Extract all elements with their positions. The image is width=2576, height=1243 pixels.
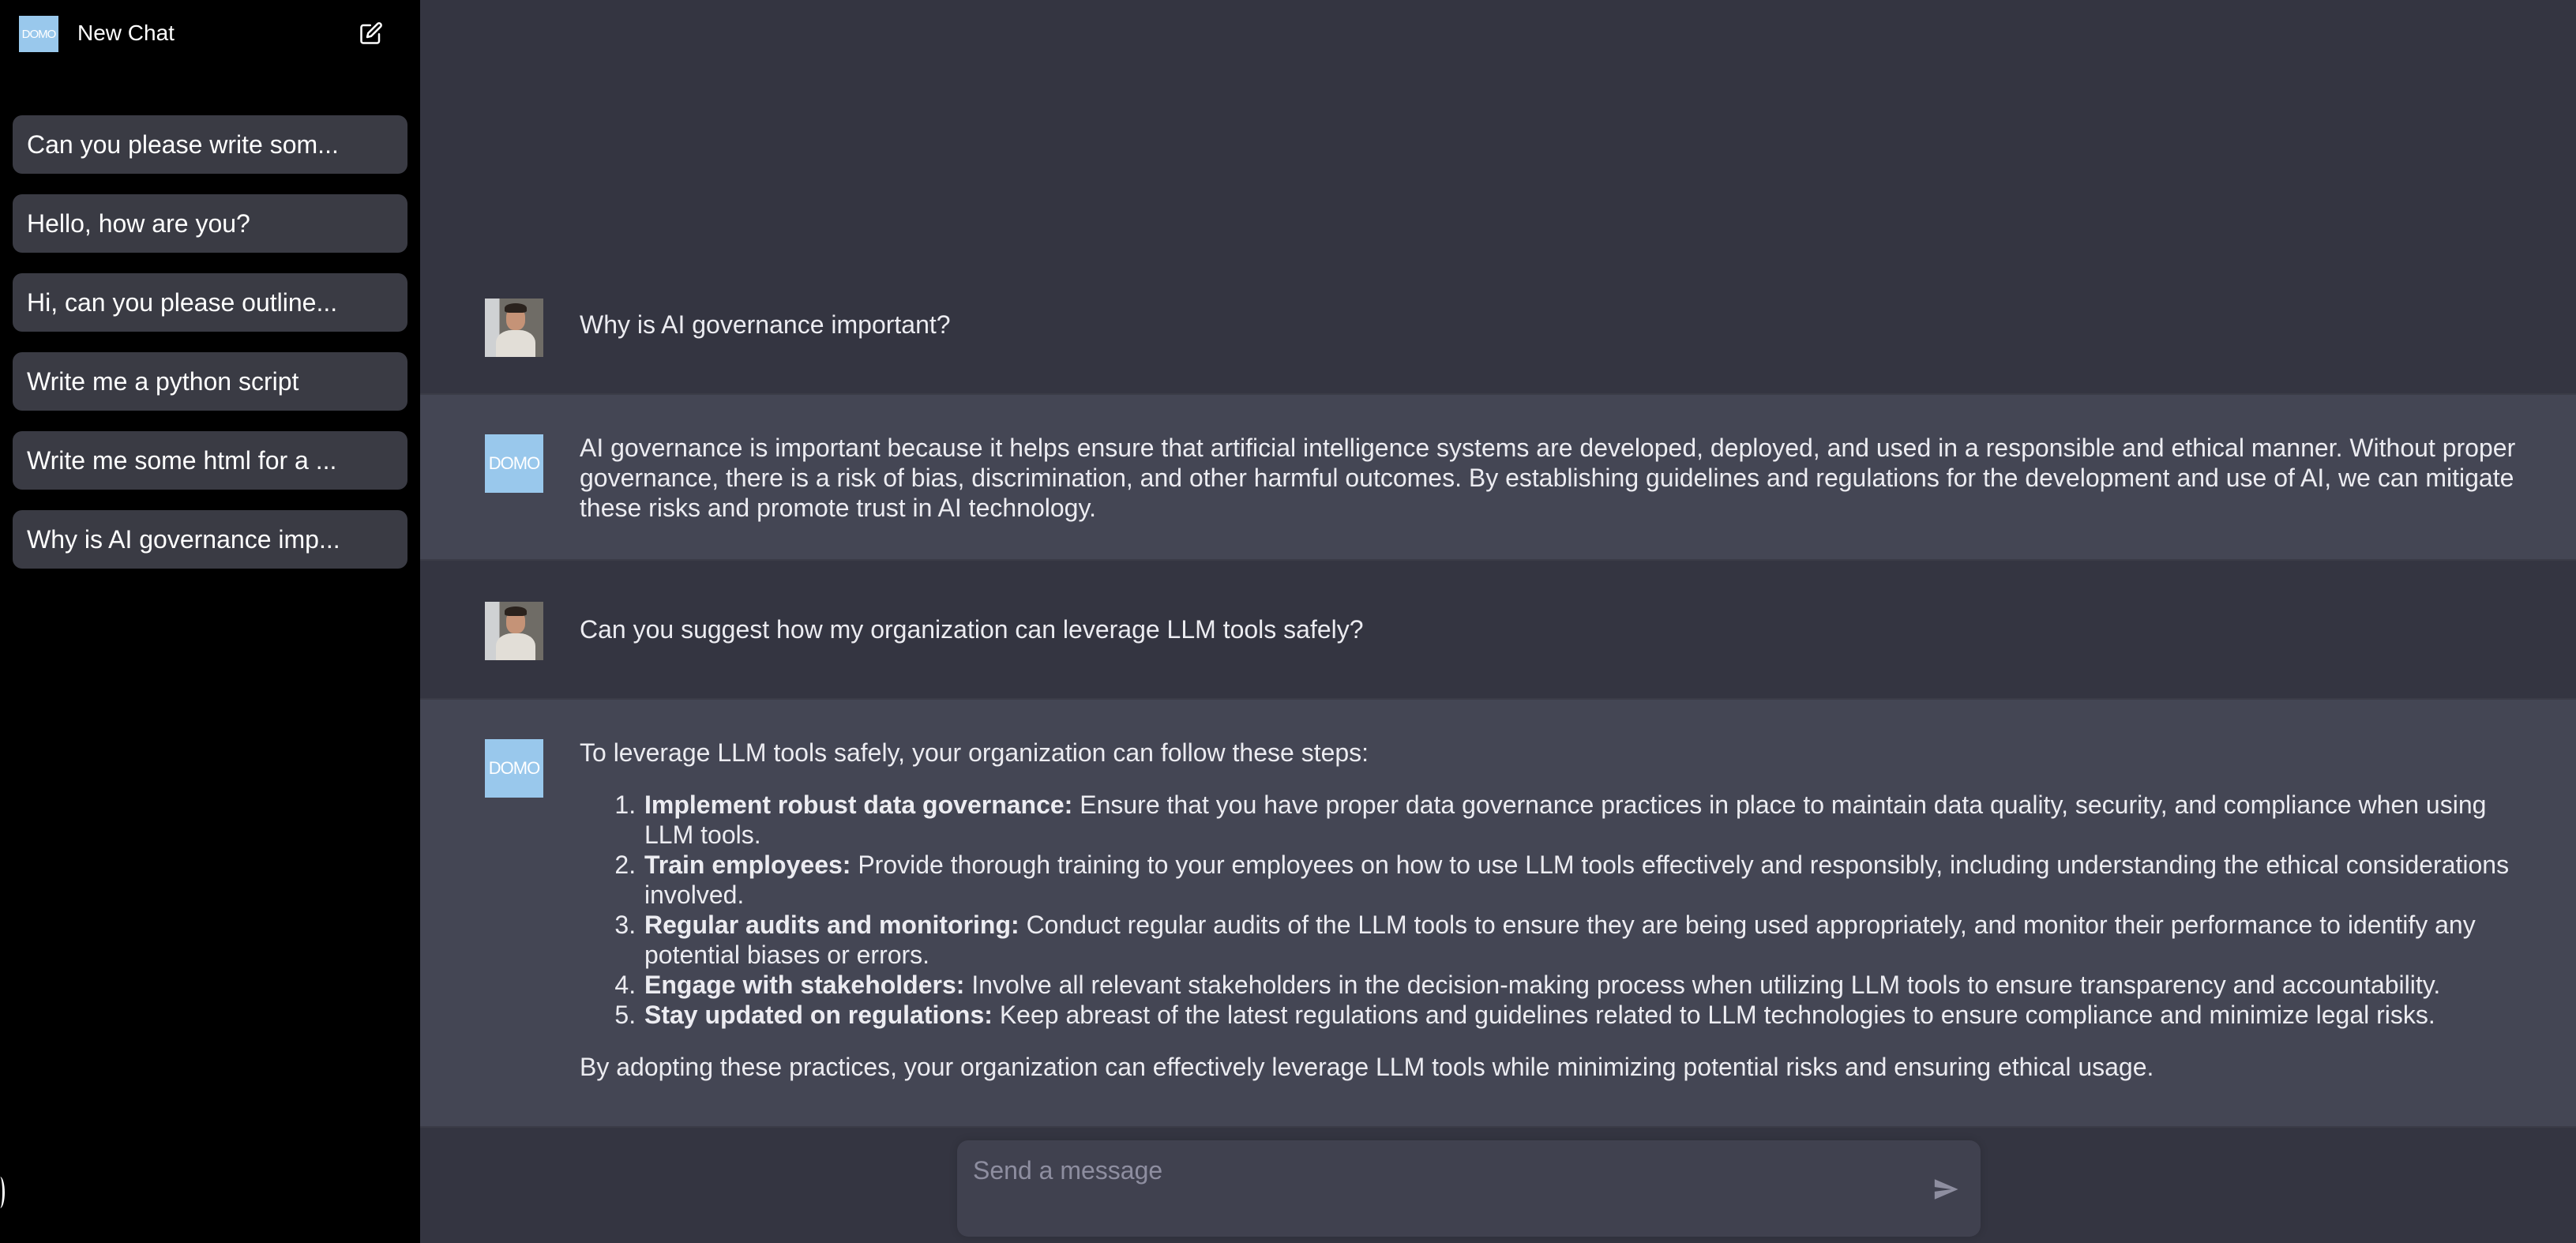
chat-app: DOMO New Chat Can you please write som..… [0, 0, 2576, 1243]
assistant-message: DOMO To leverage LLM tools safely, your … [420, 700, 2576, 1128]
send-button[interactable] [1930, 1175, 1962, 1207]
history-item[interactable]: Write me a python script [13, 352, 407, 411]
history-item[interactable]: Write me some html for a ... [13, 431, 407, 490]
send-icon [1932, 1176, 1959, 1207]
sidebar-edge-glyph [0, 1177, 5, 1208]
list-item: Stay updated on regulations: Keep abreas… [643, 1000, 2538, 1030]
message-body: To leverage LLM tools safely, your organ… [580, 738, 2538, 1082]
message-intro: To leverage LLM tools safely, your organ… [580, 738, 1369, 767]
list-item: Train employees: Provide thorough traini… [643, 850, 2538, 910]
chat-history-list: Can you please write som... Hello, how a… [13, 115, 407, 589]
step-title: Regular audits and monitoring: [644, 911, 1020, 939]
list-item: Regular audits and monitoring: Conduct r… [643, 910, 2538, 970]
user-avatar [485, 299, 543, 357]
sidebar: DOMO New Chat Can you please write som..… [0, 0, 420, 1243]
user-avatar [485, 602, 543, 660]
new-chat-label: New Chat [77, 21, 175, 45]
assistant-avatar: DOMO [485, 739, 543, 798]
list-item: Engage with stakeholders: Involve all re… [643, 970, 2538, 1000]
step-title: Implement robust data governance: [644, 790, 1073, 819]
step-title: Stay updated on regulations: [644, 1001, 993, 1029]
new-chat-button[interactable] [355, 19, 387, 51]
conversation-panel: Why is AI governance important? DOMO AI … [420, 0, 2576, 1243]
step-title: Engage with stakeholders: [644, 971, 965, 999]
assistant-message: DOMO AI governance is important because … [420, 395, 2576, 561]
message-composer [957, 1140, 1981, 1237]
step-title: Train employees: [644, 851, 851, 879]
step-text: Involve all relevant stakeholders in the… [971, 971, 2441, 999]
step-text: Provide thorough training to your employ… [644, 851, 2510, 909]
message-outro: By adopting these practices, your organi… [580, 1053, 2154, 1081]
user-message: Why is AI governance important? [420, 281, 2576, 395]
history-item[interactable]: Hello, how are you? [13, 194, 407, 253]
step-text: Keep abreast of the latest regulations a… [999, 1001, 2435, 1029]
message-text: Can you suggest how my organization can … [580, 615, 1364, 644]
steps-list: Implement robust data governance: Ensure… [643, 790, 2538, 1030]
message-text: Why is AI governance important? [580, 310, 951, 339]
brand-logo: DOMO [19, 16, 58, 52]
message-text: AI governance is important because it he… [580, 434, 2516, 522]
history-item[interactable]: Why is AI governance imp... [13, 510, 407, 569]
assistant-avatar: DOMO [485, 434, 543, 493]
message-input[interactable] [973, 1155, 1905, 1186]
history-item[interactable]: Can you please write som... [13, 115, 407, 174]
list-item: Implement robust data governance: Ensure… [643, 790, 2538, 850]
sidebar-header: DOMO New Chat [0, 0, 420, 69]
history-item[interactable]: Hi, can you please outline... [13, 273, 407, 332]
user-message: Can you suggest how my organization can … [420, 561, 2576, 700]
edit-icon [359, 21, 383, 49]
